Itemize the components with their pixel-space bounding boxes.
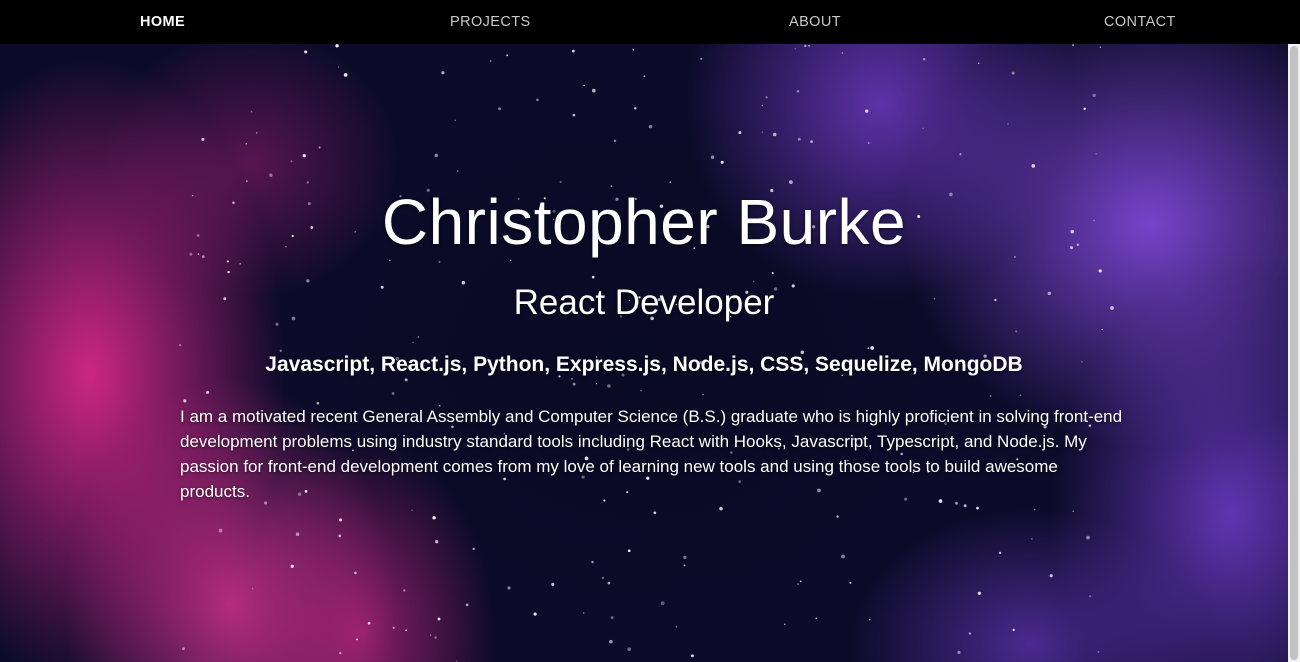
vertical-scrollbar[interactable] xyxy=(1288,44,1300,662)
top-navbar: HOME PROJECTS ABOUT CONTACT xyxy=(0,0,1300,44)
nav-projects-link[interactable]: PROJECTS xyxy=(450,0,531,44)
nav-contact-link[interactable]: CONTACT xyxy=(1104,0,1176,44)
hero-skills: Javascript, React.js, Python, Express.js… xyxy=(265,353,1023,376)
portfolio-page: HOME PROJECTS ABOUT CONTACT Christopher … xyxy=(0,0,1300,662)
nav-about-link[interactable]: ABOUT xyxy=(789,0,841,44)
nav-home-link[interactable]: HOME xyxy=(140,0,185,44)
hero-content: Christopher Burke React Developer Javasc… xyxy=(0,44,1288,662)
hero-role: React Developer xyxy=(513,283,775,322)
hero-bio: I am a motivated recent General Assembly… xyxy=(180,407,1123,501)
scrollbar-thumb[interactable] xyxy=(1290,46,1298,660)
hero-name: Christopher Burke xyxy=(381,186,907,258)
